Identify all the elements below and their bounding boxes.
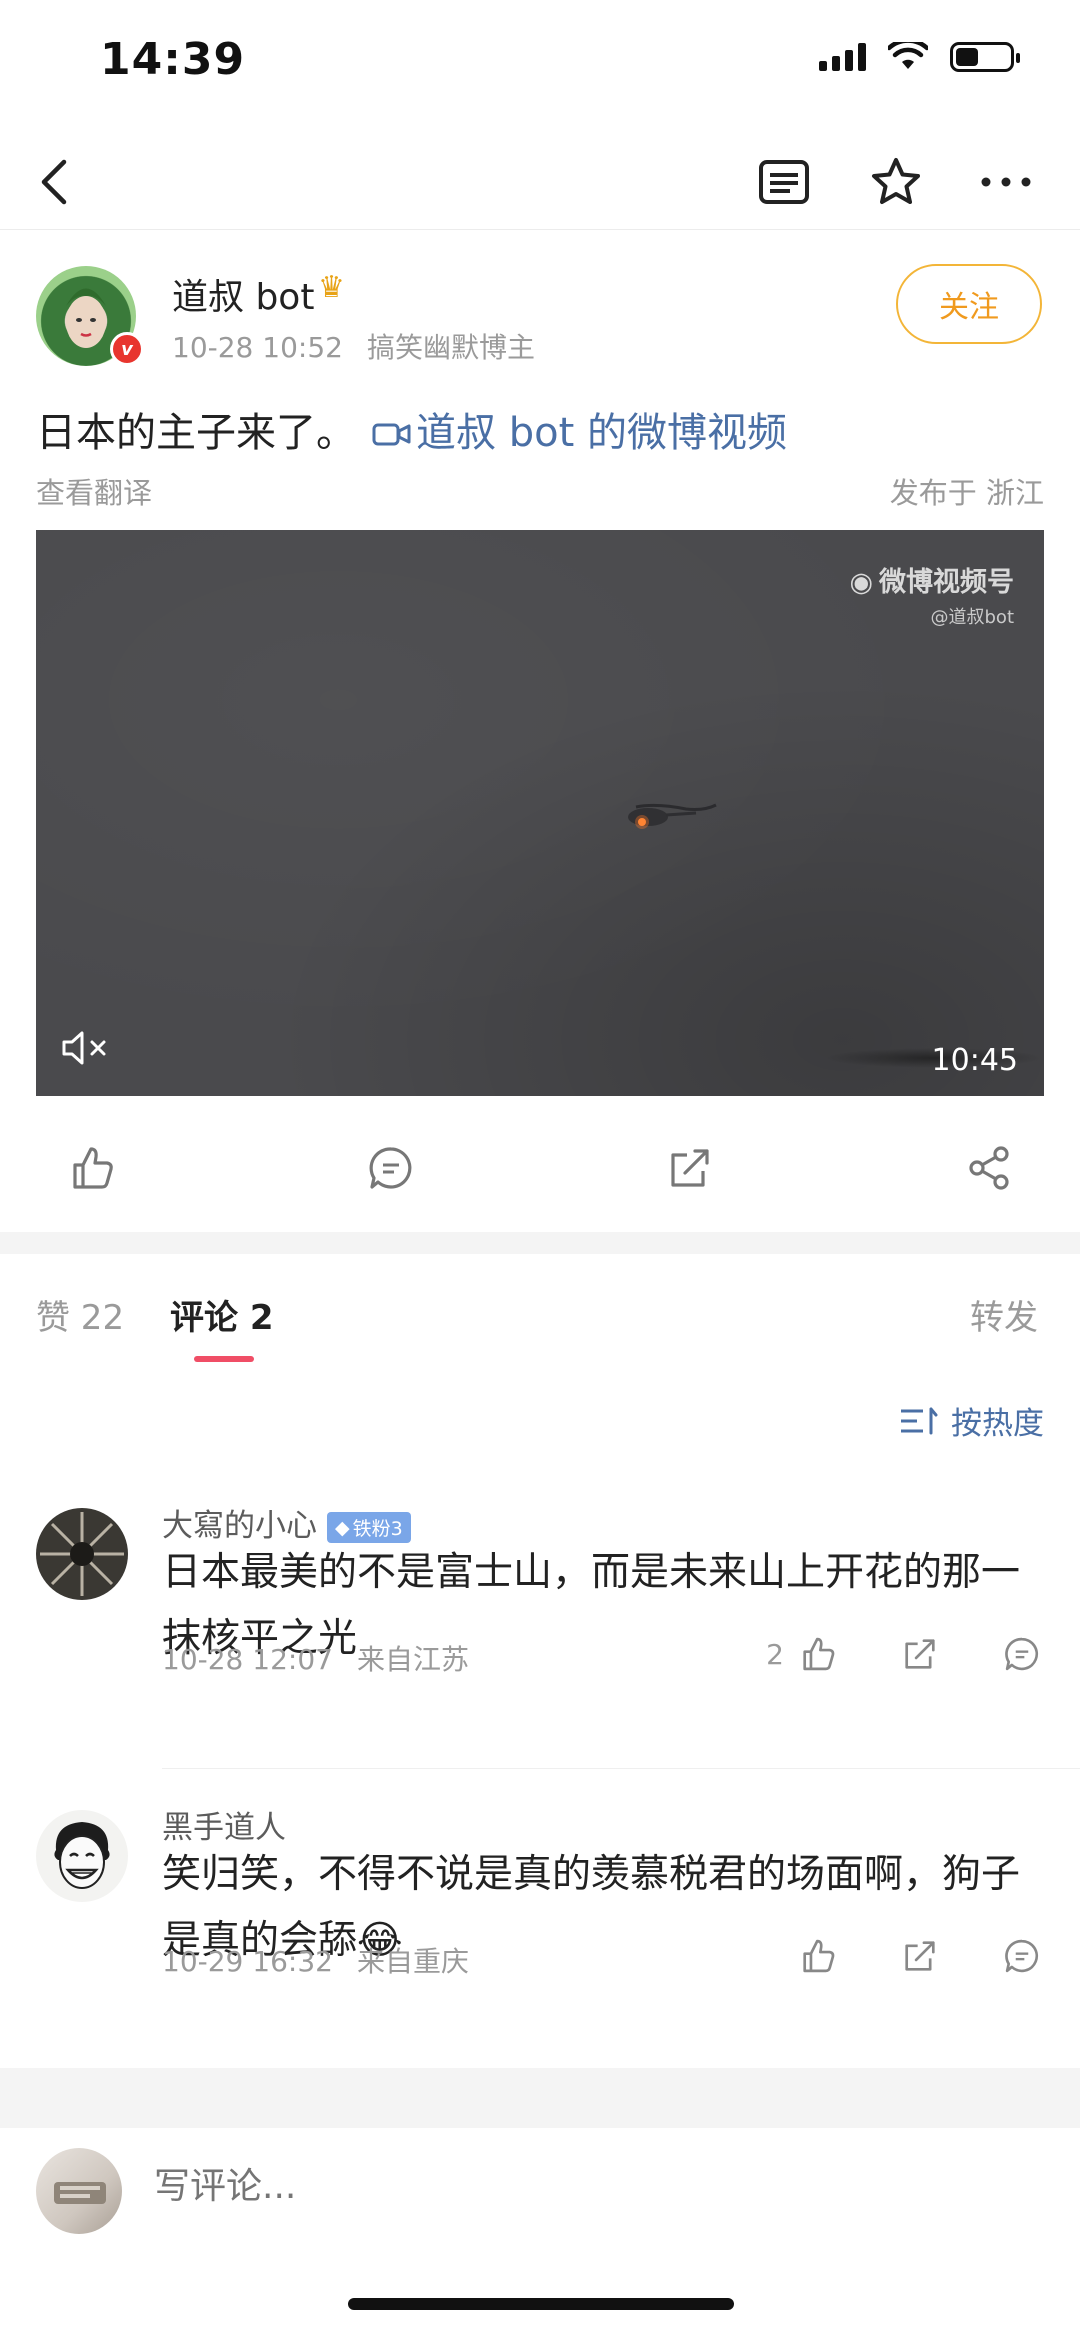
commenter-avatar[interactable] (36, 1508, 128, 1600)
author-name[interactable]: 道叔 bot (172, 268, 314, 320)
home-indicator (348, 2298, 734, 2310)
post-date: 10-28 10:52 (172, 331, 343, 364)
my-avatar[interactable] (36, 2148, 122, 2234)
back-button[interactable] (24, 152, 84, 212)
video-player[interactable]: ◉ 微博视频号 @道叔bot 10:45 (36, 530, 1044, 1096)
comment-actions (796, 1934, 1044, 1978)
crown-badge-icon: ♛ (318, 270, 345, 305)
comment-location: 来自重庆 (356, 1945, 469, 1978)
signal-icon (819, 43, 866, 71)
comment-like-count: 2 (766, 1637, 784, 1671)
thumbs-up-icon (73, 1147, 113, 1189)
author-tag: 搞笑幽默博主 (366, 331, 535, 364)
comment-like-button[interactable] (796, 1934, 840, 1978)
comment-bubble-icon (369, 1147, 412, 1189)
comment-actions: 2 (766, 1632, 1044, 1676)
comment-repost-button[interactable] (898, 1632, 942, 1676)
comment-button[interactable] (363, 1140, 419, 1196)
chevron-left-icon (41, 159, 67, 205)
battery-icon (950, 42, 1020, 72)
fan-badge: ◆ 铁粉3 (327, 1512, 411, 1543)
more-button[interactable] (976, 152, 1036, 212)
comment-location: 来自江苏 (356, 1643, 469, 1676)
status-time: 14:39 (100, 34, 246, 85)
status-icons (819, 42, 1020, 72)
watermark-handle: @道叔bot (930, 607, 1015, 628)
commenter-name[interactable]: 大寫的小心 ◆ 铁粉3 (162, 1500, 411, 1545)
video-camera-icon (372, 423, 411, 446)
sort-label: 按热度 (951, 1406, 1044, 1442)
like-button[interactable] (64, 1140, 120, 1196)
my-avatar-image (54, 2182, 106, 2204)
sort-button[interactable]: 按热度 (899, 1398, 1044, 1443)
video-watermark: ◉ 微博视频号 @道叔bot (849, 560, 1014, 629)
wifi-icon (888, 42, 928, 69)
share-nodes-icon (969, 1146, 1009, 1190)
section-divider (0, 1232, 1080, 1254)
turbine-avatar-image (36, 1508, 128, 1600)
comment-divider (162, 1768, 1080, 1769)
comment-date: 10-29 16:32 (162, 1945, 333, 1978)
footer-divider (0, 2068, 1080, 2128)
more-dots-icon (981, 177, 1031, 187)
tab-bar: 赞 22 评论 2 转发 (0, 1254, 1080, 1374)
comment-bubble-icon (1005, 1637, 1039, 1671)
post-action-bar (0, 1110, 1080, 1220)
comment-date: 10-28 12:07 (162, 1643, 333, 1676)
share-external-icon (905, 1941, 935, 1971)
video-link-label: 道叔 bot 的微博视频 (416, 410, 787, 456)
fan-badge-label: 铁粉3 (352, 1518, 403, 1540)
comment-reply-button[interactable] (1000, 1934, 1044, 1978)
tab-comments[interactable]: 评论 2 (170, 1290, 274, 1339)
speaker-muted-icon (62, 1031, 106, 1065)
comment-input[interactable] (154, 2166, 974, 2207)
mute-button[interactable] (60, 1028, 112, 1072)
comment-meta: 10-28 12:07 来自江苏 (162, 1638, 469, 1678)
star-icon (872, 158, 920, 204)
commenter-avatar[interactable] (36, 1810, 128, 1902)
reader-mode-button[interactable] (754, 152, 814, 212)
status-bar: 14:39 (0, 0, 1080, 120)
weibo-logo-icon: ◉ (849, 567, 873, 598)
thumbs-up-icon (803, 1637, 835, 1671)
repost-button[interactable] (662, 1140, 718, 1196)
favorite-button[interactable] (866, 152, 926, 212)
share-external-icon (905, 1639, 935, 1669)
tab-repost[interactable]: 转发 (970, 1290, 1038, 1339)
video-link[interactable]: 道叔 bot 的微博视频 (372, 410, 787, 456)
compose-bar (0, 2128, 1080, 2268)
comment-bubble-icon (1005, 1939, 1039, 1973)
sort-icon (901, 1407, 938, 1434)
commenter-name[interactable]: 黑手道人 (162, 1802, 286, 1847)
tab-active-indicator (194, 1356, 254, 1362)
post-body: 日本的主子来了。 (36, 410, 356, 456)
comment-meta: 10-29 16:32 来自重庆 (162, 1940, 469, 1980)
tab-likes[interactable]: 赞 22 (36, 1290, 124, 1339)
video-duration: 10:45 (931, 1043, 1018, 1078)
video-helicopter-image (628, 803, 717, 829)
cartoon-face-avatar-image (36, 1810, 128, 1902)
comment-like-button[interactable] (796, 1632, 840, 1676)
verified-badge-icon: v (110, 332, 144, 366)
watermark-title: 微博视频号 (879, 567, 1014, 598)
diamond-icon: ◆ (335, 1516, 350, 1539)
nav-bar (0, 130, 1080, 230)
article-icon (759, 160, 809, 204)
translate-link[interactable]: 查看翻译 (36, 470, 152, 512)
commenter-name-text: 大寫的小心 (162, 1508, 317, 1544)
thumbs-up-icon (803, 1939, 835, 1973)
share-external-icon (671, 1149, 709, 1187)
comment-reply-button[interactable] (1000, 1632, 1044, 1676)
follow-button[interactable]: 关注 (896, 264, 1042, 344)
share-button[interactable] (962, 1140, 1018, 1196)
post-meta: 10-28 10:52 搞笑幽默博主 (172, 326, 535, 366)
post-location: 发布于 浙江 (889, 476, 1044, 510)
post-text: 日本的主子来了。 道叔 bot 的微博视频 (36, 400, 787, 458)
comment-repost-button[interactable] (898, 1934, 942, 1978)
